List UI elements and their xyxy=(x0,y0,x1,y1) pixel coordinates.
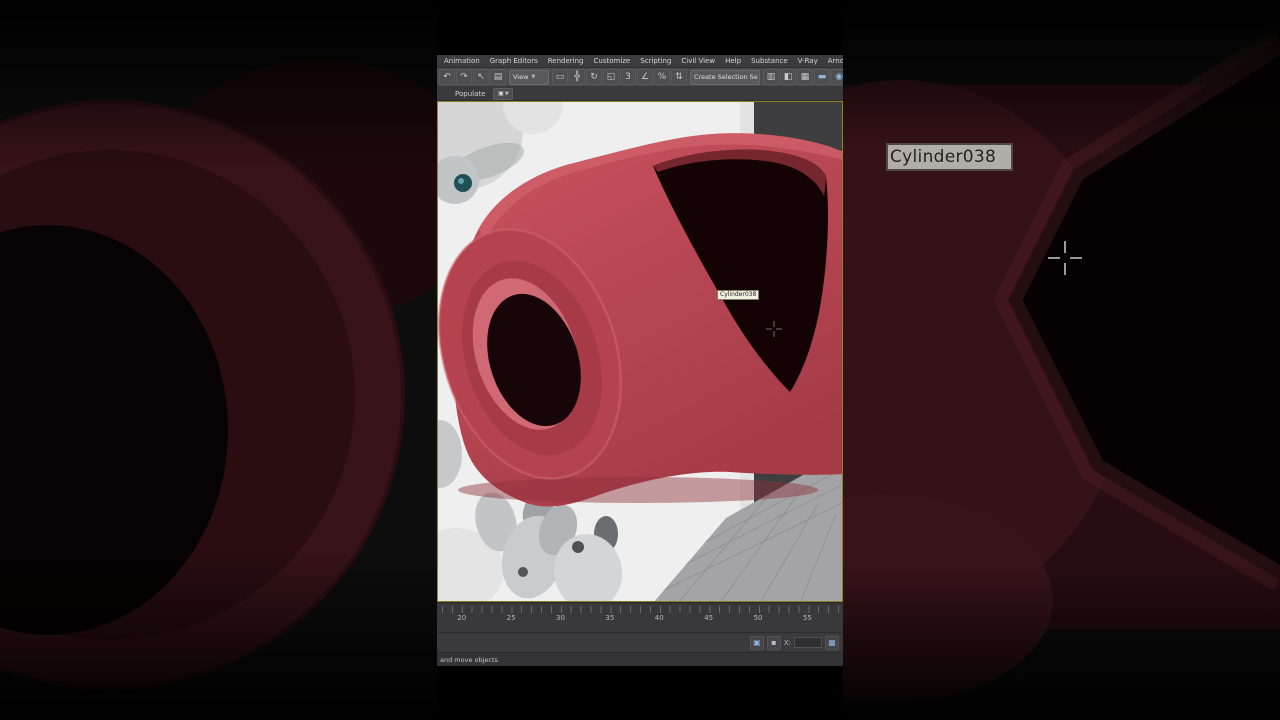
select-by-name-icon[interactable]: ▤ xyxy=(490,69,506,85)
select-object-icon[interactable]: ↖ xyxy=(473,69,489,85)
backdrop-right-art xyxy=(843,0,1280,720)
frame-number: 50 xyxy=(753,614,763,622)
frame-number: 25 xyxy=(506,614,516,622)
menu-item[interactable]: Scripting xyxy=(635,57,676,65)
chevron-down-icon: ▼ xyxy=(531,74,536,80)
undo-icon[interactable]: ↶ xyxy=(439,69,455,85)
menu-item[interactable]: Substance xyxy=(746,57,793,65)
object-tooltip: Cylinder038 xyxy=(717,290,760,300)
material-editor-icon[interactable]: ◉ xyxy=(831,69,843,85)
menu-item[interactable]: Rendering xyxy=(543,57,589,65)
named-selection-label: Create Selection Se xyxy=(694,73,758,81)
magnified-object-tooltip: Cylinder038 xyxy=(886,143,1013,171)
reference-coordinate-label: View xyxy=(513,73,529,81)
menu-item[interactable]: Animation xyxy=(439,57,485,65)
rectangular-selection-region-icon[interactable]: ▭ xyxy=(552,69,568,85)
magnified-move-cursor xyxy=(1048,241,1082,279)
ribbon-row: Populate ▣ ▼ xyxy=(437,87,843,101)
frame-number: 40 xyxy=(654,614,664,622)
isolate-selection-icon[interactable]: ▣ xyxy=(749,635,764,650)
frame-number: 35 xyxy=(605,614,615,622)
max-window: Animation Graph Editors Rendering Customize… xyxy=(437,0,843,720)
main-toolbar: ↶ ↷ ↖ ▤ View ▼ ▭ ╬ ↻ ◱ 3 ∠% ⇅ Create Selection Se… xyxy=(437,68,843,87)
move-cursor xyxy=(766,321,782,337)
menu-item[interactable]: Help xyxy=(720,57,746,65)
frame-number: 20 xyxy=(457,614,467,622)
frame-number: 55 xyxy=(802,614,812,622)
ruler-ticks xyxy=(437,606,843,613)
named-selection-sets-icon[interactable]: ▥ xyxy=(763,69,779,85)
menu-item[interactable]: Civil View xyxy=(676,57,720,65)
frame-number: 30 xyxy=(556,614,565,622)
layer-manager-icon[interactable]: ▦ xyxy=(797,69,813,85)
angle-snap-icon[interactable]: ∠ xyxy=(637,69,653,85)
reference-coordinate-dropdown[interactable]: View ▼ xyxy=(509,69,549,85)
populate-flyout-button[interactable]: ▣ ▼ xyxy=(493,87,514,100)
lock-selection-icon[interactable]: ▪ xyxy=(766,635,781,650)
prompt-line: and move objects xyxy=(437,652,843,666)
x-coordinate-field[interactable] xyxy=(794,637,822,648)
toolbar-left-group: ↶ ↷ ↖ ▤ xyxy=(439,69,506,85)
menu-item[interactable]: Arnold xyxy=(823,57,843,65)
frame-number: 45 xyxy=(704,614,714,622)
menu-bar: Animation Graph Editors Rendering Customize… xyxy=(437,55,843,68)
track-bar[interactable]: 20 25 30 35 40 45 50 55 xyxy=(437,602,843,632)
grid-toggle-icon[interactable]: ▦ xyxy=(825,635,839,650)
select-and-scale-icon[interactable]: ◱ xyxy=(603,69,619,85)
percent-snap-icon[interactable]: % xyxy=(654,69,670,85)
menu-item[interactable]: V-Ray xyxy=(793,57,823,65)
snap-toggle-icon[interactable]: 3 xyxy=(620,69,636,85)
named-selection-dropdown[interactable]: Create Selection Se ▼ xyxy=(690,69,760,85)
viewport-scene xyxy=(438,102,842,601)
menu-item[interactable]: Graph Editors xyxy=(485,57,543,65)
backdrop-left-art xyxy=(0,0,437,720)
select-and-move-icon[interactable]: ╬ xyxy=(569,69,585,85)
select-and-rotate-icon[interactable]: ↻ xyxy=(586,69,602,85)
toolbar-mid-group: ▭ ╬ ↻ ◱ 3 ∠% ⇅ xyxy=(552,69,687,85)
perspective-viewport[interactable]: Cylinder038 xyxy=(437,101,843,602)
spinner-snap-icon[interactable]: ⇅ xyxy=(671,69,687,85)
redo-icon[interactable]: ↷ xyxy=(456,69,472,85)
camera-icon: ▣ xyxy=(498,90,504,97)
menu-item[interactable]: Customize xyxy=(589,57,636,65)
backdrop-left xyxy=(0,0,437,720)
prompt-text: and move objects xyxy=(440,655,498,664)
x-coordinate-label: X: xyxy=(783,638,791,647)
chevron-down-icon: ▼ xyxy=(504,90,509,97)
toolbar-right-group: ▥ ◧ ▦ ▬ ◉ xyxy=(763,69,843,85)
toggle-ribbon-icon[interactable]: ▬ xyxy=(814,69,830,85)
video-frame: Cylinder038 Animation Graph Editors Render… xyxy=(0,0,1280,720)
backdrop-right xyxy=(843,0,1280,720)
populate-tab[interactable]: Populate xyxy=(455,90,485,98)
status-bar: ▣ ▪ X: ▦ xyxy=(437,632,843,652)
mirror-icon[interactable]: ◧ xyxy=(780,69,796,85)
ruler-labels: 20 25 30 35 40 45 50 55 xyxy=(437,614,832,622)
